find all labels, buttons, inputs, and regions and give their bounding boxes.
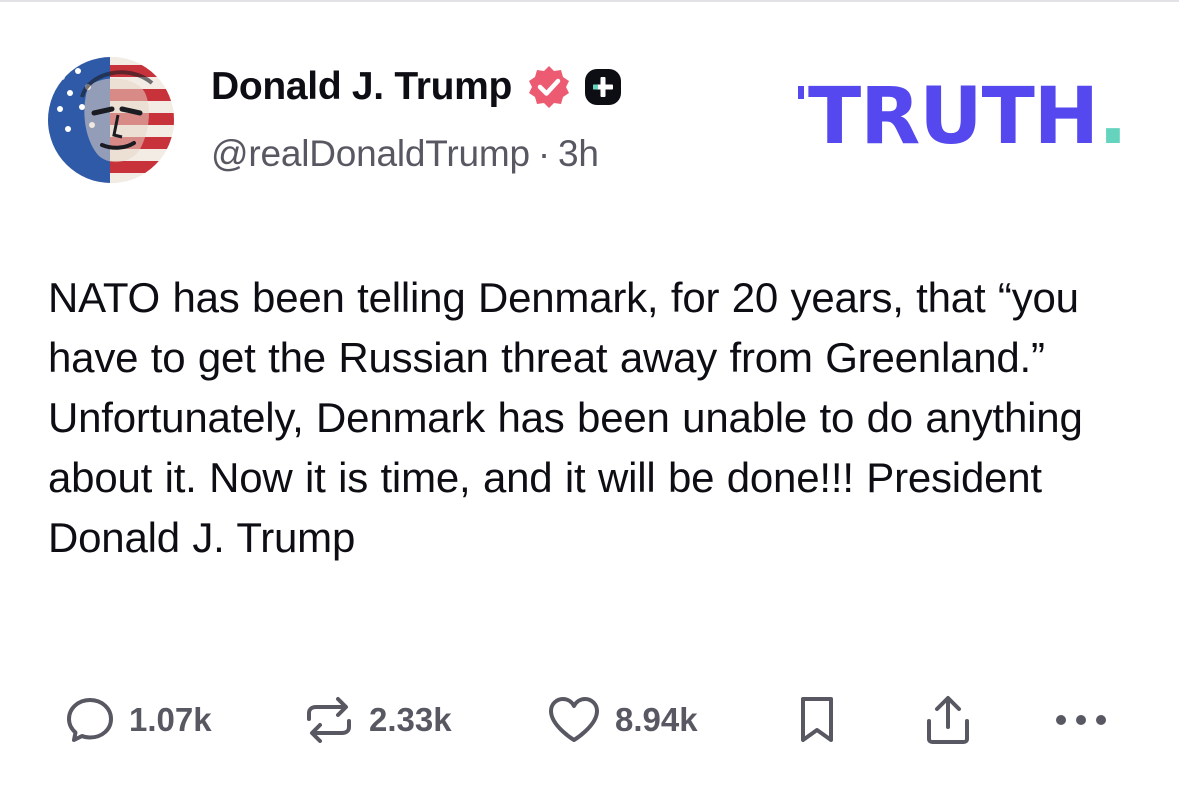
reply-count: 1.07k [129,701,212,738]
author-name-row: Donald J. Trump [211,62,622,112]
meta-separator: · [537,133,550,174]
post-action-bar: 1.07k 2.33k 8.94k [65,690,1125,750]
post-timestamp[interactable]: 3h [558,133,599,174]
heart-icon [547,695,601,745]
post-body-text: NATO has been telling Denmark, for 20 ye… [48,274,1083,561]
more-options-button[interactable] [1053,690,1109,750]
bookmark-icon [797,694,837,746]
verified-badge-icon [526,64,572,110]
repost-button[interactable]: 2.33k [303,690,452,750]
reply-button[interactable]: 1.07k [65,690,212,750]
reply-icon [65,695,115,745]
repost-count: 2.33k [369,701,452,738]
author-display-name[interactable]: Donald J. Trump [211,65,512,109]
like-count: 8.94k [615,701,698,738]
like-button[interactable]: 8.94k [547,690,698,750]
share-icon [923,693,973,747]
divider [0,0,1179,2]
logo-text: TRUTH [808,72,1099,162]
share-button[interactable] [923,690,973,750]
truth-social-logo: TRUTH. [798,78,1128,156]
logo-period: . [1098,72,1128,162]
more-icon [1053,710,1109,730]
repost-icon [303,695,355,745]
truth-post: Donald J. Trump @realDonaldTrump · 3h TRUT… [0,0,1179,811]
author-meta: @realDonaldTrump · 3h [211,133,599,175]
avatar[interactable] [48,57,174,183]
avatar-image [48,57,174,183]
truth-plus-badge-icon [584,68,622,106]
logo-tick-mark [798,86,804,99]
author-handle[interactable]: @realDonaldTrump [211,133,530,174]
bookmark-button[interactable] [797,690,837,750]
